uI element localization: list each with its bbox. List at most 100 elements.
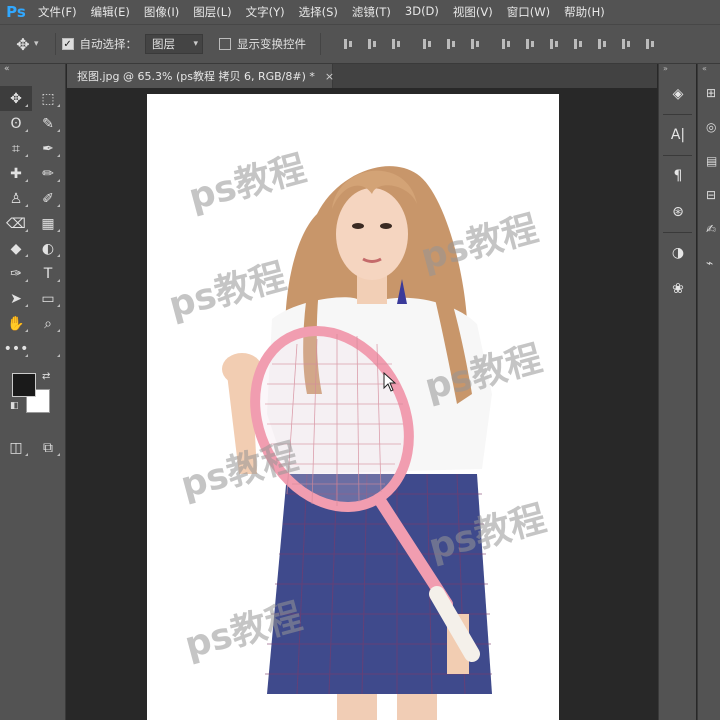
close-icon[interactable]: × [325, 70, 334, 83]
panel-divider [663, 232, 692, 233]
marquee-tool-icon[interactable]: ⬚ [32, 86, 64, 111]
panel-divider [663, 114, 692, 115]
expand-panels-icon[interactable]: « [698, 64, 720, 76]
menu-item[interactable]: 文字(Y) [246, 4, 285, 20]
menu-item[interactable]: 文件(F) [38, 4, 77, 20]
auto-align-icon[interactable] [644, 37, 658, 51]
foreground-color-swatch[interactable] [12, 373, 36, 397]
auto-select-value: 图层 [152, 37, 176, 51]
distribute-top-icon[interactable] [500, 37, 514, 51]
chevron-down-icon[interactable]: ▾ [34, 39, 39, 49]
rectangle-tool-icon[interactable]: ▭ [32, 286, 64, 311]
path-select-tool-icon[interactable]: ➤ [0, 286, 32, 311]
menu-items: 文件(F) 编辑(E) 图像(I) 图层(L) 文字(Y) 选择(S) 滤镜(T) 3D(D)… [38, 4, 619, 20]
color-swatches: ⇄ ◧ [0, 371, 65, 431]
menu-item[interactable]: 选择(S) [299, 4, 338, 20]
menu-item[interactable]: 窗口(W) [507, 4, 550, 20]
gradient-tool-icon[interactable]: ▦ [32, 211, 64, 236]
default-colors-icon[interactable]: ◧ [10, 401, 19, 411]
align-vcenter-icon[interactable] [366, 37, 380, 51]
align-bottom-icon[interactable] [390, 37, 404, 51]
channels-panel-icon[interactable]: ❀ [659, 271, 697, 307]
swatches-panel-icon[interactable]: ▤ [698, 144, 720, 178]
tool-grid: ✥ ⬚ ʘ ✎ ⌗ ✒ ✚ ✏ ♙ ✐ ⌫ ▦ ◆ ◐ ✑ T ➤ ▭ ✋ ⌕ ••• [0, 86, 65, 361]
quick-mask-icon[interactable]: ◫ [0, 435, 32, 460]
character-panel-icon[interactable]: A| [659, 117, 697, 153]
dodge-tool-icon[interactable]: ◐ [32, 236, 64, 261]
align-controls [337, 37, 663, 51]
type-tool-icon[interactable]: T [32, 261, 64, 286]
move-tool-icon[interactable]: ✥ [0, 86, 32, 111]
distribute-bottom-icon[interactable] [548, 37, 562, 51]
align-right-icon[interactable] [469, 37, 483, 51]
align-top-icon[interactable] [342, 37, 356, 51]
auto-select-checkbox[interactable]: ✓ [61, 38, 74, 50]
swap-colors-icon[interactable]: ⇄ [42, 371, 50, 382]
show-transform-checkbox[interactable] [219, 38, 232, 50]
path-panel-icon[interactable]: ⌁ [698, 246, 720, 280]
more-tools-icon[interactable]: ••• [0, 336, 32, 361]
distribute-left-icon[interactable] [572, 37, 586, 51]
auto-select-dropdown[interactable]: 图层 ▾ [145, 34, 204, 54]
eyedropper-tool-icon[interactable]: ✒ [32, 136, 64, 161]
styles-panel-icon[interactable]: ◎ [698, 110, 720, 144]
quick-select-tool-icon[interactable]: ✎ [32, 111, 64, 136]
menu-item[interactable]: 图像(I) [144, 4, 179, 20]
adjustments-panel-icon[interactable]: ◑ [659, 235, 697, 271]
brush-tool-icon[interactable]: ✏ [32, 161, 64, 186]
blur-tool-icon[interactable]: ◆ [0, 236, 32, 261]
layers-panel-icon[interactable]: ◈ [659, 76, 697, 112]
color-panel-icon[interactable]: ⊞ [698, 76, 720, 110]
panel-dock-2: « ⊞ ◎ ▤ ⊟ ✍ ⌁ [697, 64, 720, 720]
expand-panels-icon[interactable]: » [659, 64, 696, 76]
document-tab[interactable]: 抠图.jpg @ 65.3% (ps教程 拷贝 6, RGB/8#) * × [67, 64, 334, 88]
empty-slot-icon [32, 336, 64, 361]
brush-panel-icon[interactable]: ✍ [698, 212, 720, 246]
chevron-down-icon: ▾ [193, 39, 199, 49]
hand-tool-icon[interactable]: ✋ [0, 311, 32, 336]
menu-item[interactable]: 编辑(E) [91, 4, 130, 20]
pen-tool-icon[interactable]: ✑ [0, 261, 32, 286]
canvas-area[interactable]: ps教程 ps教程 ps教程 ps教程 ps教程 ps教程 ps教程 [67, 88, 657, 720]
eraser-tool-icon[interactable]: ⌫ [0, 211, 32, 236]
menu-item[interactable]: 图层(L) [193, 4, 231, 20]
options-bar: ✥ ▾ ✓ 自动选择： 图层 ▾ 显示变换控件 [0, 24, 720, 64]
grid-panel-icon[interactable]: ⊟ [698, 178, 720, 212]
menu-item[interactable]: 滤镜(T) [352, 4, 391, 20]
align-hcenter-icon[interactable] [445, 37, 459, 51]
show-transform-label: 显示变换控件 [237, 37, 307, 51]
photoshop-window: Ps 文件(F) 编辑(E) 图像(I) 图层(L) 文字(Y) 选择(S) 滤镜(T) 3D… [0, 0, 720, 720]
screen-mode-icon[interactable]: ⧉ [32, 435, 64, 460]
healing-brush-tool-icon[interactable]: ✚ [0, 161, 32, 186]
divider [320, 33, 322, 55]
menu-item[interactable]: 视图(V) [453, 4, 493, 20]
lasso-tool-icon[interactable]: ʘ [0, 111, 32, 136]
panel-divider [663, 155, 692, 156]
mouse-cursor-icon [383, 372, 397, 392]
panel-dock-2-icons: ⊞ ◎ ▤ ⊟ ✍ ⌁ [698, 76, 720, 280]
divider [54, 33, 56, 55]
collapse-toolbar-icon[interactable]: « [0, 64, 65, 86]
panel-dock-1-icons: ◈ A| ¶ ⊛ ◑ ❀ [659, 76, 696, 307]
toolbar-bottom: ◫ ⧉ [0, 435, 65, 460]
document-tab-title: 抠图.jpg @ 65.3% (ps教程 拷贝 6, RGB/8#) * [77, 70, 315, 83]
menu-item[interactable]: 帮助(H) [564, 4, 605, 20]
distribute-hcenter-icon[interactable] [596, 37, 610, 51]
menu-item[interactable]: 3D(D) [405, 4, 439, 20]
history-brush-tool-icon[interactable]: ✐ [32, 186, 64, 211]
tools-panel: « ✥ ⬚ ʘ ✎ ⌗ ✒ ✚ ✏ ♙ ✐ ⌫ ▦ ◆ ◐ ✑ T ➤ ▭ ✋ ⌕ ••• ⇄ ◧ ◫ ⧉ [0, 64, 66, 720]
paragraph-panel-icon[interactable]: ¶ [659, 158, 697, 194]
align-left-icon[interactable] [421, 37, 435, 51]
glyph-panel-icon[interactable]: ⊛ [659, 194, 697, 230]
distribute-vcenter-icon[interactable] [524, 37, 538, 51]
document-canvas[interactable]: ps教程 ps教程 ps教程 ps教程 ps教程 ps教程 ps教程 [147, 94, 559, 720]
auto-select-label: 自动选择： [79, 37, 138, 51]
panel-dock-1: » ◈ A| ¶ ⊛ ◑ ❀ [658, 64, 696, 720]
crop-tool-icon[interactable]: ⌗ [0, 136, 32, 161]
distribute-right-icon[interactable] [620, 37, 634, 51]
zoom-tool-icon[interactable]: ⌕ [32, 311, 64, 336]
document-tab-bar: 抠图.jpg @ 65.3% (ps教程 拷贝 6, RGB/8#) * × [67, 64, 657, 88]
clone-stamp-tool-icon[interactable]: ♙ [0, 186, 32, 211]
photoshop-logo: Ps [6, 3, 26, 21]
menu-bar: Ps 文件(F) 编辑(E) 图像(I) 图层(L) 文字(Y) 选择(S) 滤镜(T) 3D… [0, 0, 720, 24]
